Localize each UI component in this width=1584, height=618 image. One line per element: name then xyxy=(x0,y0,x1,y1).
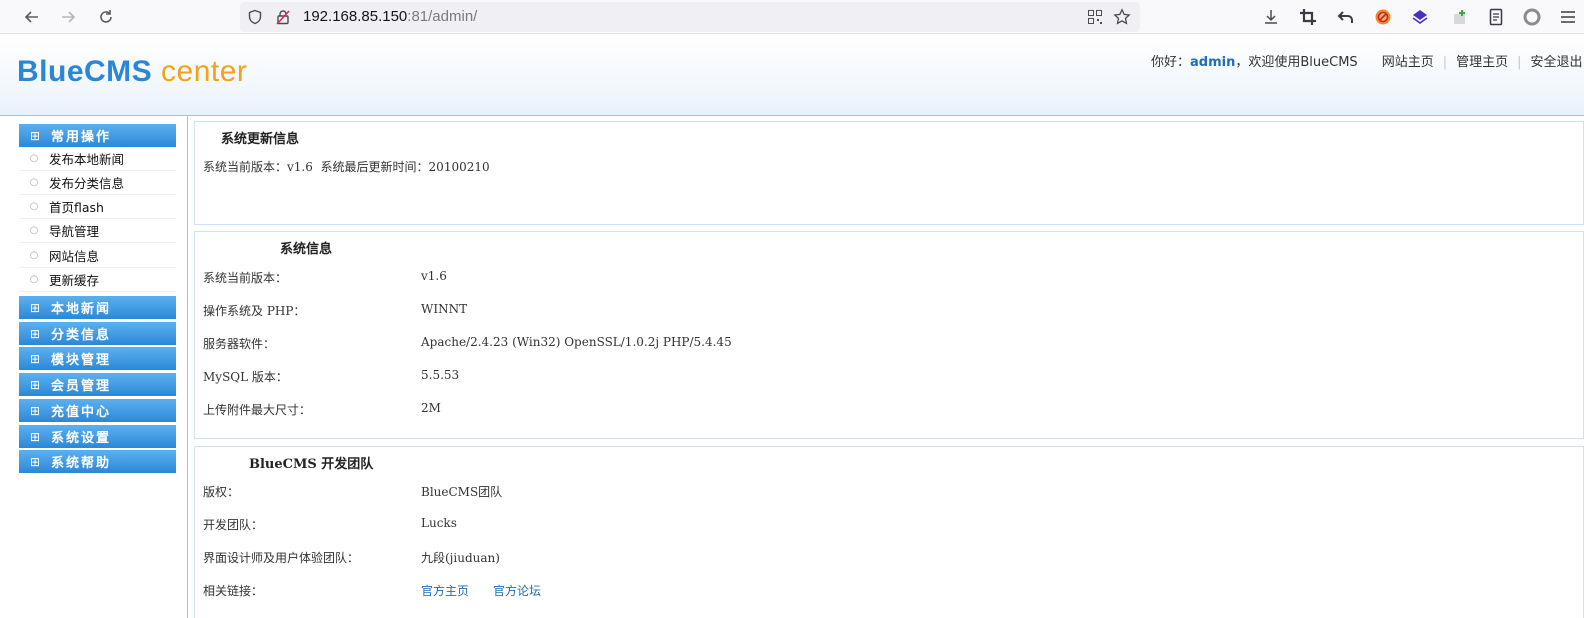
row-value: BlueCMS团队 xyxy=(421,485,503,499)
expand-icon: ⊞ xyxy=(29,403,41,418)
update-info-panel: 系统更新信息 系统当前版本：v1.6 系统最后更新时间：20100210 xyxy=(194,121,1584,225)
row-value: v1.6 xyxy=(421,269,447,283)
bullet-icon: ○ xyxy=(29,225,39,236)
expand-icon: ⊞ xyxy=(29,429,41,444)
menu-item-navigation[interactable]: ○ 导航管理 xyxy=(19,219,176,243)
related-links: 官方主页 官方论坛 xyxy=(421,582,541,599)
row-label: 界面设计师及用户体验团队： xyxy=(203,551,360,565)
menu-item-publish-classified[interactable]: ○ 发布分类信息 xyxy=(19,171,176,195)
browser-toolbar: 192.168.85.150:81/admin/ xyxy=(0,0,1584,34)
row-value: 2M xyxy=(421,401,441,415)
official-site-link[interactable]: 官方主页 xyxy=(421,584,469,598)
bullet-icon: ○ xyxy=(29,153,39,164)
admin-home-link[interactable]: 管理主页 xyxy=(1456,55,1508,70)
url-text[interactable]: 192.168.85.150:81/admin/ xyxy=(303,8,477,25)
back-icon[interactable] xyxy=(22,7,42,27)
greeting-suffix: ，欢迎使用BlueCMS xyxy=(1235,55,1358,70)
insecure-lock-icon[interactable] xyxy=(274,8,292,26)
expand-icon: ⊞ xyxy=(29,454,41,469)
qr-icon[interactable] xyxy=(1086,8,1104,26)
site-home-link[interactable]: 网站主页 xyxy=(1382,55,1434,70)
logo[interactable]: BlueCMS center xyxy=(17,55,247,89)
row-label: 上传附件最大尺寸： xyxy=(203,403,312,417)
expand-icon: ⊞ xyxy=(29,326,41,341)
extension-icon[interactable] xyxy=(1410,7,1430,27)
bullet-icon: ○ xyxy=(29,177,39,188)
greeting-prefix: 你好： xyxy=(1151,55,1191,70)
current-user: admin xyxy=(1190,55,1236,70)
update-info-line: 系统当前版本：v1.6 系统最后更新时间：20100210 xyxy=(203,160,490,174)
logout-link[interactable]: 安全退出 xyxy=(1531,55,1583,70)
crop-icon[interactable] xyxy=(1298,7,1318,27)
row-label: 开发团队： xyxy=(203,518,264,532)
cms-header: BlueCMS center 你好：admin，欢迎使用BlueCMS 网站主页 |… xyxy=(0,35,1584,116)
expand-icon: ⊞ xyxy=(29,351,41,366)
official-forum-link[interactable]: 官方论坛 xyxy=(493,584,541,598)
panel-title: 系统信息 xyxy=(280,242,333,257)
menu-group-modules[interactable]: ⊞ 模块管理 xyxy=(19,347,176,370)
menu-icon[interactable] xyxy=(1558,7,1578,27)
reload-icon[interactable] xyxy=(96,7,116,27)
sidebar: ⊞ 常用操作 ○ 发布本地新闻 ○ 发布分类信息 ○ 首页flash ○ 导航管理 ○ 网站… xyxy=(0,116,188,618)
system-info-panel: 系统信息 系统当前版本： v1.6 操作系统及 PHP： WINNT 服务器软件… xyxy=(194,231,1584,439)
row-label: 操作系统及 PHP： xyxy=(203,304,306,318)
row-label: 服务器软件： xyxy=(203,337,276,351)
download-icon[interactable] xyxy=(1261,7,1281,27)
menu-item-publish-news[interactable]: ○ 发布本地新闻 xyxy=(19,147,176,171)
forward-icon[interactable] xyxy=(58,7,78,27)
top-links: 你好：admin，欢迎使用BlueCMS 网站主页 | 管理主页 | 安全退出 xyxy=(1151,55,1583,70)
panel-title: BlueCMS 开发团队 xyxy=(249,457,374,472)
account-icon[interactable] xyxy=(1522,7,1542,27)
row-value: 5.5.53 xyxy=(421,368,460,382)
menu-group-members[interactable]: ⊞ 会员管理 xyxy=(19,373,176,396)
row-value: WINNT xyxy=(421,302,468,316)
menu-group-help[interactable]: ⊞ 系统帮助 xyxy=(19,450,176,473)
menu-item-update-cache[interactable]: ○ 更新缓存 xyxy=(19,268,176,292)
extension-green-icon[interactable] xyxy=(1450,7,1470,27)
row-label: MySQL 版本： xyxy=(203,370,288,384)
panel-title: 系统更新信息 xyxy=(221,132,300,147)
menu-group-settings[interactable]: ⊞ 系统设置 xyxy=(19,425,176,448)
url-bar[interactable]: 192.168.85.150:81/admin/ xyxy=(240,2,1140,32)
row-value: Apache/2.4.23 (Win32) OpenSSL/1.0.2j PHP… xyxy=(421,335,732,349)
row-value: Lucks xyxy=(421,516,457,530)
shield-icon[interactable] xyxy=(246,8,264,26)
row-value: 九段(jiuduan) xyxy=(421,551,500,565)
undo-icon[interactable] xyxy=(1336,7,1356,27)
menu-group-classified[interactable]: ⊞ 分类信息 xyxy=(19,322,176,345)
menu-item-site-info[interactable]: ○ 网站信息 xyxy=(19,244,176,268)
menu-item-flash[interactable]: ○ 首页flash xyxy=(19,195,176,219)
row-label: 版权： xyxy=(203,485,240,499)
menu-group-local-news[interactable]: ⊞ 本地新闻 xyxy=(19,296,176,319)
expand-icon: ⊞ xyxy=(29,300,41,315)
menu-group-common[interactable]: ⊞ 常用操作 xyxy=(19,124,176,147)
bullet-icon: ○ xyxy=(29,250,39,261)
bookmark-star-icon[interactable] xyxy=(1113,8,1131,26)
blocker-icon[interactable] xyxy=(1373,7,1393,27)
dev-team-panel: BlueCMS 开发团队 版权： BlueCMS团队 开发团队： Lucks 界… xyxy=(194,446,1584,618)
menu-group-recharge[interactable]: ⊞ 充值中心 xyxy=(19,399,176,422)
bullet-icon: ○ xyxy=(29,274,39,285)
row-label: 相关链接： xyxy=(203,584,264,598)
reader-icon[interactable] xyxy=(1486,7,1506,27)
bullet-icon: ○ xyxy=(29,201,39,212)
expand-icon: ⊞ xyxy=(29,377,41,392)
expand-icon: ⊞ xyxy=(29,128,41,143)
row-label: 系统当前版本： xyxy=(203,271,288,285)
